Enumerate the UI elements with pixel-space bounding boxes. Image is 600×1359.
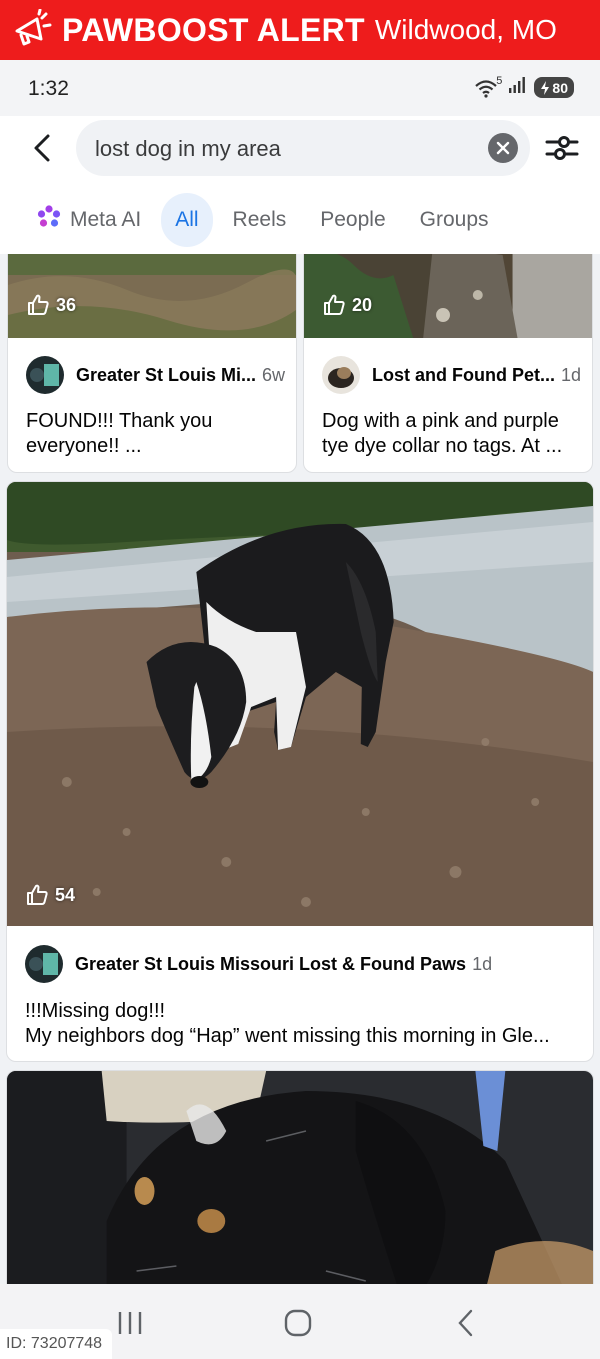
post-author[interactable]: Greater St Louis Missouri Lost & Found P…	[75, 954, 466, 975]
tab-label: Groups	[419, 208, 489, 231]
avatar[interactable]	[25, 945, 63, 983]
avatar[interactable]	[26, 356, 64, 394]
wifi-label: 5	[496, 74, 503, 87]
tab-all[interactable]: All	[161, 193, 213, 247]
post-text: Dog with a pink and purple tye dye colla…	[322, 410, 563, 457]
search-tabs: Meta AI All Reels People Groups	[0, 186, 600, 254]
tab-label: Meta AI	[70, 208, 142, 231]
post-photo-dog-riverbank[interactable]	[7, 482, 593, 926]
megaphone-icon	[10, 8, 54, 52]
post-age: 1d	[561, 364, 582, 385]
like-count: 20	[352, 294, 373, 315]
like-count: 54	[55, 884, 76, 905]
search-results-feed[interactable]: 36 Greater St Louis Mi... 6w FOUND!!! Th…	[0, 254, 600, 1284]
like-count: 36	[56, 294, 77, 315]
tab-meta-ai[interactable]: Meta AI	[22, 193, 155, 247]
signal-icon	[508, 76, 528, 99]
like-icon	[324, 294, 345, 315]
search-query[interactable]: lost dog in my area	[95, 136, 281, 162]
post-card[interactable]: 36 Greater St Louis Mi... 6w FOUND!!! Th…	[7, 254, 297, 473]
recent-apps-icon[interactable]	[110, 1306, 150, 1340]
post-card[interactable]: 20 Lost and Found Pet... 1d Dog with a p…	[303, 254, 593, 473]
post-text-line: !!!Missing dog!!!	[25, 1000, 166, 1022]
home-icon[interactable]	[278, 1306, 318, 1340]
meta-ai-icon	[36, 204, 62, 236]
tab-label: People	[320, 208, 386, 231]
tab-people[interactable]: People	[306, 193, 399, 247]
tab-label: Reels	[232, 208, 287, 231]
status-time: 1:32	[28, 77, 69, 100]
filter-icon[interactable]	[542, 130, 582, 166]
tab-reels[interactable]: Reels	[219, 193, 301, 247]
wifi-icon: 5	[474, 74, 503, 98]
search-header: lost dog in my area	[0, 116, 600, 186]
post-card[interactable]	[6, 1070, 594, 1284]
battery-level: 80	[552, 79, 568, 96]
post-age: 6w	[262, 364, 286, 385]
post-text-line: My neighbors dog “Hap” went missing this…	[25, 1025, 550, 1047]
post-author[interactable]: Lost and Found Pet...	[372, 365, 555, 386]
banner-brand: PAWBOOST ALERT	[62, 11, 365, 48]
like-icon	[27, 884, 48, 905]
avatar[interactable]	[322, 356, 360, 394]
back-nav-icon[interactable]	[446, 1306, 486, 1340]
clear-icon[interactable]	[488, 133, 518, 163]
tab-label: All	[175, 208, 199, 231]
search-input[interactable]: lost dog in my area	[76, 120, 530, 176]
tab-groups[interactable]: Groups	[406, 193, 503, 247]
post-author[interactable]: Greater St Louis Mi...	[76, 365, 256, 386]
banner-location: Wildwood, MO	[374, 14, 557, 45]
post-age: 1d	[472, 953, 493, 974]
post-photo-dog-car[interactable]	[7, 1071, 593, 1284]
post-text: !!!Missing dog!!! My neighbors dog “Hap”…	[25, 999, 575, 1049]
pawboost-alert-banner: PAWBOOST ALERT Wildwood, MO	[0, 0, 600, 60]
post-text: FOUND!!! Thank you everyone!! ...	[26, 410, 213, 457]
post-card[interactable]: 54 Greater St Louis Missouri Lost & Foun…	[6, 481, 594, 1062]
like-icon	[28, 294, 49, 315]
listing-id-watermark: ID: 73207748	[0, 1329, 113, 1359]
battery-icon: 80	[534, 77, 574, 98]
status-bar: 1:32 5 80	[0, 60, 600, 116]
back-arrow-icon[interactable]	[24, 130, 60, 166]
